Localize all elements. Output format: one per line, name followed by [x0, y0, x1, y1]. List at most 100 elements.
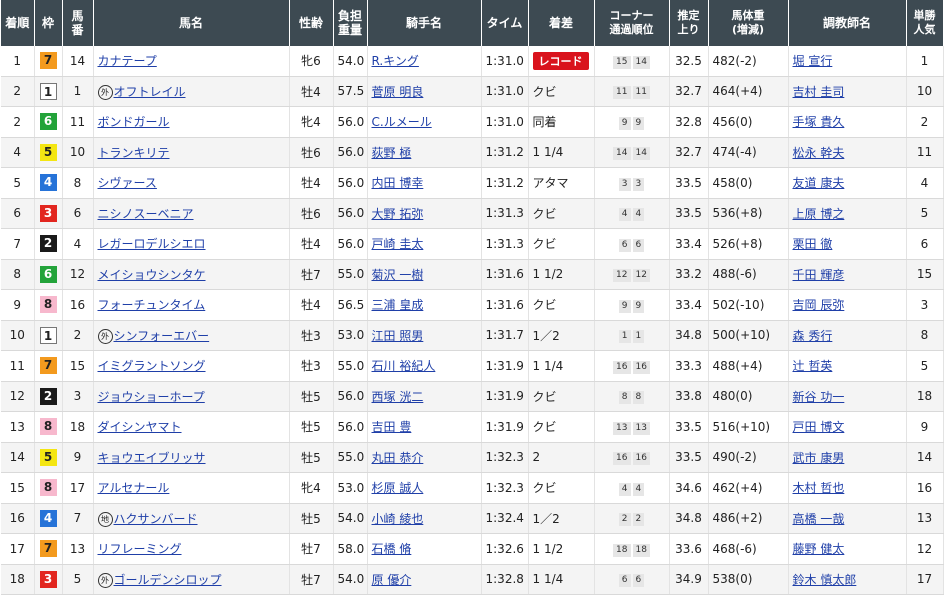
horse-name-link[interactable]: ゴールデンシロップ	[114, 573, 222, 587]
header-jockey: 騎手名	[367, 0, 482, 46]
horse-name-link[interactable]: メイショウシンタケ	[98, 268, 206, 282]
horse-cell: トランキリテ	[93, 137, 290, 168]
jockey-name-link[interactable]: 小崎 綾也	[372, 512, 424, 526]
margin-text: クビ	[532, 237, 557, 252]
jockey-name-link[interactable]: 西塚 洸二	[372, 390, 424, 404]
trainer-name-link[interactable]: 松永 幹夫	[793, 146, 845, 160]
horse-name-link[interactable]: オフトレイル	[114, 85, 186, 99]
waku-cell: 4	[34, 503, 63, 534]
trainer-name-link[interactable]: 森 秀行	[793, 329, 833, 343]
trainer-name-link[interactable]: 栗田 徹	[793, 237, 833, 251]
jockey-name-link[interactable]: 吉田 豊	[372, 420, 412, 434]
jockey-name-link[interactable]: 三浦 皇成	[372, 298, 424, 312]
jockey-name-link[interactable]: C.ルメール	[372, 115, 432, 129]
jockey-name-link[interactable]: R.キング	[372, 54, 419, 68]
pop-cell: 3	[906, 289, 944, 321]
jockey-name-link[interactable]: 菊沢 一樹	[372, 268, 424, 282]
waku-cell: 5	[34, 442, 63, 473]
bodyweight-change: (0)	[735, 572, 753, 587]
trainer-name-link[interactable]: 吉村 圭司	[793, 85, 845, 99]
trainer-name-link[interactable]: 千田 輝彦	[793, 268, 845, 282]
trainer-name-link[interactable]: 高橋 一哉	[793, 512, 845, 526]
jockey-name-link[interactable]: 丸田 恭介	[372, 451, 424, 465]
bodyweight-value: 500	[712, 328, 736, 343]
margin-text: クビ	[532, 481, 557, 496]
margin-text: アタマ	[532, 176, 569, 191]
horse-name-link[interactable]: シヴァース	[98, 176, 157, 190]
header-waku: 枠	[34, 0, 63, 46]
trainer-name-link[interactable]: 友道 康夫	[793, 176, 845, 190]
horse-name-link[interactable]: ハクサンバード	[114, 512, 198, 526]
waku-cell: 8	[34, 289, 63, 321]
jockey-name-link[interactable]: 江田 照男	[372, 329, 424, 343]
horse-cell: フォーチュンタイム	[93, 289, 290, 321]
jockey-name-link[interactable]: 内田 博幸	[372, 176, 424, 190]
bodyweight-value: 468	[712, 541, 736, 556]
horse-name-link[interactable]: イミグラントソング	[98, 359, 206, 373]
bodyweight-cell: 500(+10)	[708, 320, 789, 351]
bodyweight-change: (-10)	[735, 297, 765, 312]
trainer-name-link[interactable]: 新谷 功一	[793, 390, 845, 404]
horse-name-link[interactable]: キョウエイブリッサ	[98, 451, 206, 465]
trainer-name-link[interactable]: 堀 宣行	[793, 54, 833, 68]
bodyweight-change: (0)	[735, 389, 753, 404]
waku-badge: 5	[39, 143, 57, 161]
rank-cell: 10	[1, 320, 35, 351]
trainer-name-link[interactable]: 戸田 博文	[793, 420, 845, 434]
waku-cell: 7	[34, 533, 63, 565]
jockey-name-link[interactable]: 原 優介	[372, 573, 412, 587]
corner-pos-1: 14	[613, 147, 631, 161]
trainer-name-link[interactable]: 藤野 健太	[793, 542, 845, 556]
horse-name-link[interactable]: シンフォーエバー	[114, 329, 210, 343]
sexage-cell: 牡5	[289, 411, 334, 443]
last-cell: 34.6	[669, 472, 709, 504]
trainer-name-link[interactable]: 吉岡 辰弥	[793, 298, 845, 312]
jockey-name-link[interactable]: 大野 拓弥	[372, 207, 424, 221]
horse-name-link[interactable]: レガーロデルシエロ	[98, 237, 206, 251]
margin-cell: 2	[528, 442, 595, 473]
table-row: 7 2 4 レガーロデルシエロ 牡4 56.0 戸崎 圭太 1:31.3 クビ 6 6 33.4 526…	[1, 228, 944, 260]
margin-cell: クビ	[528, 411, 595, 443]
jockey-name-link[interactable]: 石川 裕紀人	[372, 359, 436, 373]
bodyweight-change: (-6)	[735, 541, 757, 556]
trainer-name-link[interactable]: 武市 康男	[793, 451, 845, 465]
jockey-cell: 三浦 皇成	[367, 289, 482, 321]
bodyweight-value: 456	[712, 114, 736, 129]
horse-name-link[interactable]: カナテープ	[98, 54, 157, 68]
bodyweight-value: 488	[712, 358, 736, 373]
time-cell: 1:32.4	[481, 503, 529, 534]
jockey-name-link[interactable]: 菅原 明良	[372, 85, 424, 99]
corner-cell: 99	[594, 106, 670, 138]
trainer-name-link[interactable]: 鈴木 慎太郎	[793, 573, 857, 587]
bodyweight-change: (+4)	[735, 84, 763, 99]
trainer-name-link[interactable]: 上原 博之	[793, 207, 845, 221]
sexage-cell: 牡4	[289, 289, 334, 321]
rank-cell: 2	[1, 106, 35, 138]
trainer-cell: 友道 康夫	[788, 167, 907, 199]
horse-name-link[interactable]: アルセナール	[98, 481, 170, 495]
jockey-name-link[interactable]: 戸崎 圭太	[372, 237, 424, 251]
horse-cell: 外シンフォーエバー	[93, 320, 290, 351]
corner-pos-2: 1	[632, 330, 645, 344]
umaban-cell: 13	[62, 533, 94, 565]
jockey-name-link[interactable]: 荻野 極	[372, 146, 412, 160]
corner-cell: 16 16	[594, 350, 670, 382]
trainer-name-link[interactable]: 木村 哲也	[793, 481, 845, 495]
margin-text: 1 1/4	[532, 572, 564, 587]
horse-name-link[interactable]: ダイシンヤマト	[98, 420, 182, 434]
jockey-cell: C.ルメール	[367, 106, 482, 138]
horse-name-link[interactable]: ジョウショーホープ	[98, 390, 205, 404]
horse-name-link[interactable]: リフレーミング	[98, 542, 182, 556]
trainer-name-link[interactable]: 手塚 貴久	[793, 115, 845, 129]
pop-cell: 4	[906, 167, 944, 199]
horse-name-link[interactable]: ニシノスーベニア	[98, 207, 194, 221]
horse-name-link[interactable]: フォーチュンタイム	[98, 298, 206, 312]
jockey-name-link[interactable]: 石橋 脩	[372, 542, 412, 556]
horse-name-link[interactable]: トランキリテ	[98, 146, 170, 160]
jockey-name-link[interactable]: 杉原 誠人	[372, 481, 424, 495]
last-cell: 33.4	[669, 289, 709, 321]
horse-name-link[interactable]: ボンドガール	[98, 115, 170, 129]
corner-pos-1: 9	[618, 299, 631, 313]
last-cell: 33.3	[669, 350, 709, 382]
trainer-name-link[interactable]: 辻 哲英	[793, 359, 833, 373]
